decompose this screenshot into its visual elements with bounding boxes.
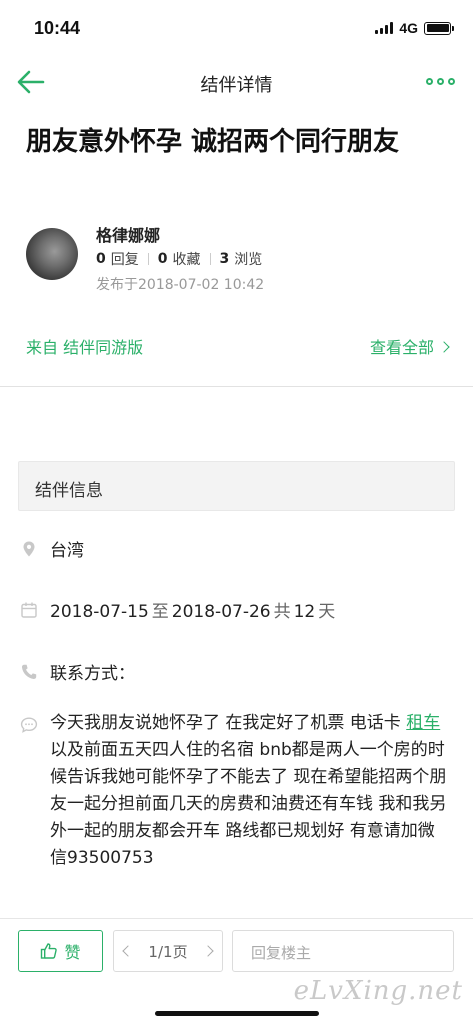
description-text: 今天我朋友说她怀孕了 在我定好了机票 电话卡 租车以及前面五天四人住的名宿 bn… xyxy=(50,710,450,872)
prev-page-icon[interactable] xyxy=(122,945,134,957)
location-text: 台湾 xyxy=(50,541,84,561)
like-label: 赞 xyxy=(64,943,81,962)
replies-label: 回复 xyxy=(110,252,139,268)
post-title: 朋友意外怀孕 诚招两个同行朋友 xyxy=(26,127,400,157)
date-start: 2018-07-15 xyxy=(50,602,149,622)
phone-icon xyxy=(21,664,37,680)
date-unit: 天 xyxy=(318,602,336,622)
like-button[interactable]: 赞 xyxy=(18,930,103,972)
views-count: 3 xyxy=(219,251,230,267)
page-title: 结伴详情 xyxy=(200,75,273,96)
publish-time: 发布于2018-07-02 10:42 xyxy=(96,277,265,293)
page-indicator[interactable]: 1/1页 xyxy=(148,941,187,962)
chevron-right-icon xyxy=(438,340,450,353)
section-title: 结伴信息 xyxy=(35,481,103,501)
date-end: 2018-07-26 xyxy=(171,602,271,622)
date-to-label: 至 xyxy=(151,602,169,622)
view-all-link[interactable]: 查看全部 xyxy=(369,334,450,358)
favorites-count: 0 xyxy=(157,251,168,267)
date-days: 12 xyxy=(293,602,316,622)
reply-input[interactable]: 回复楼主 xyxy=(232,930,454,972)
comment-icon xyxy=(20,717,38,733)
stats-divider xyxy=(147,253,149,265)
author-name[interactable]: 格律娜娜 xyxy=(96,222,160,246)
status-indicators: 4G xyxy=(375,20,454,36)
post-stats: 0 回复 0 收藏 3 浏览 xyxy=(96,249,262,269)
bottom-toolbar: 赞 1/1页 回复楼主 xyxy=(0,918,473,982)
status-bar: 10:44 4G xyxy=(0,0,473,56)
stats-divider xyxy=(209,253,211,265)
location-pin-icon xyxy=(23,541,35,557)
description-part-2: 以及前面五天四人住的名宿 bnb都是两人一个房的时候告诉我她可能怀孕了不能去了 … xyxy=(50,740,447,868)
page-selector: 1/1页 xyxy=(113,930,223,972)
home-indicator xyxy=(155,1011,319,1016)
more-icon[interactable] xyxy=(426,78,455,85)
rental-car-link[interactable]: 租车 xyxy=(406,713,440,733)
signal-icon xyxy=(375,22,394,34)
thumbs-up-icon xyxy=(41,943,58,959)
divider xyxy=(0,386,473,387)
description-part-1: 今天我朋友说她怀孕了 在我定好了机票 电话卡 xyxy=(50,713,407,733)
section-header: 结伴信息 xyxy=(18,461,455,511)
views-label: 浏览 xyxy=(234,252,263,268)
status-time: 10:44 xyxy=(34,18,81,38)
battery-icon xyxy=(424,21,454,35)
calendar-icon xyxy=(21,602,37,618)
next-page-icon[interactable] xyxy=(202,945,214,957)
date-total-prefix: 共 xyxy=(273,602,291,622)
view-all-label: 查看全部 xyxy=(369,338,434,357)
avatar[interactable] xyxy=(26,228,78,280)
contact-label: 联系方式： xyxy=(50,664,135,684)
nav-bar: 结伴详情 xyxy=(0,56,473,108)
replies-count: 0 xyxy=(96,251,106,267)
source-forum-link[interactable]: 来自 结伴同游版 xyxy=(26,334,143,358)
favorites-label: 收藏 xyxy=(172,252,201,268)
author-block: 格律娜娜 0 回复 0 收藏 3 浏览 发布于2018-07-02 10:42 xyxy=(26,222,446,293)
date-range: 2018-07-15 至 2018-07-26 共 12 天 xyxy=(50,597,338,622)
network-type: 4G xyxy=(399,20,418,36)
watermark: eLvXing.net xyxy=(293,976,463,1006)
